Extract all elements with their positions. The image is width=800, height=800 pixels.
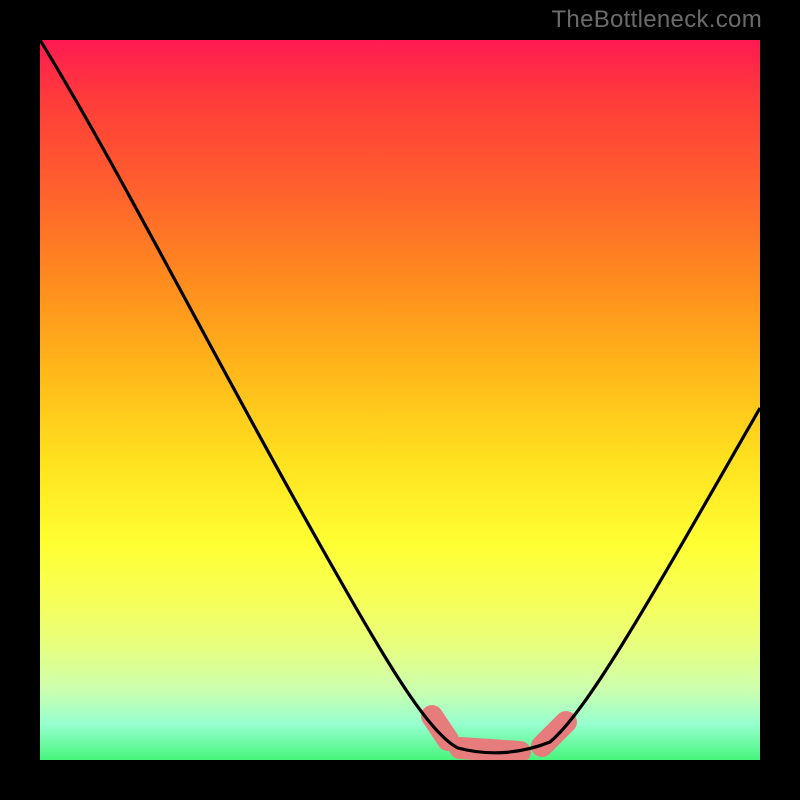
watermark-label: TheBottleneck.com [551,6,762,34]
sweet-spot-band [432,716,566,752]
chart-frame: TheBottleneck.com [0,0,800,800]
bottleneck-curve [40,40,760,753]
curve-layer [40,40,760,760]
plot-area [40,40,760,760]
